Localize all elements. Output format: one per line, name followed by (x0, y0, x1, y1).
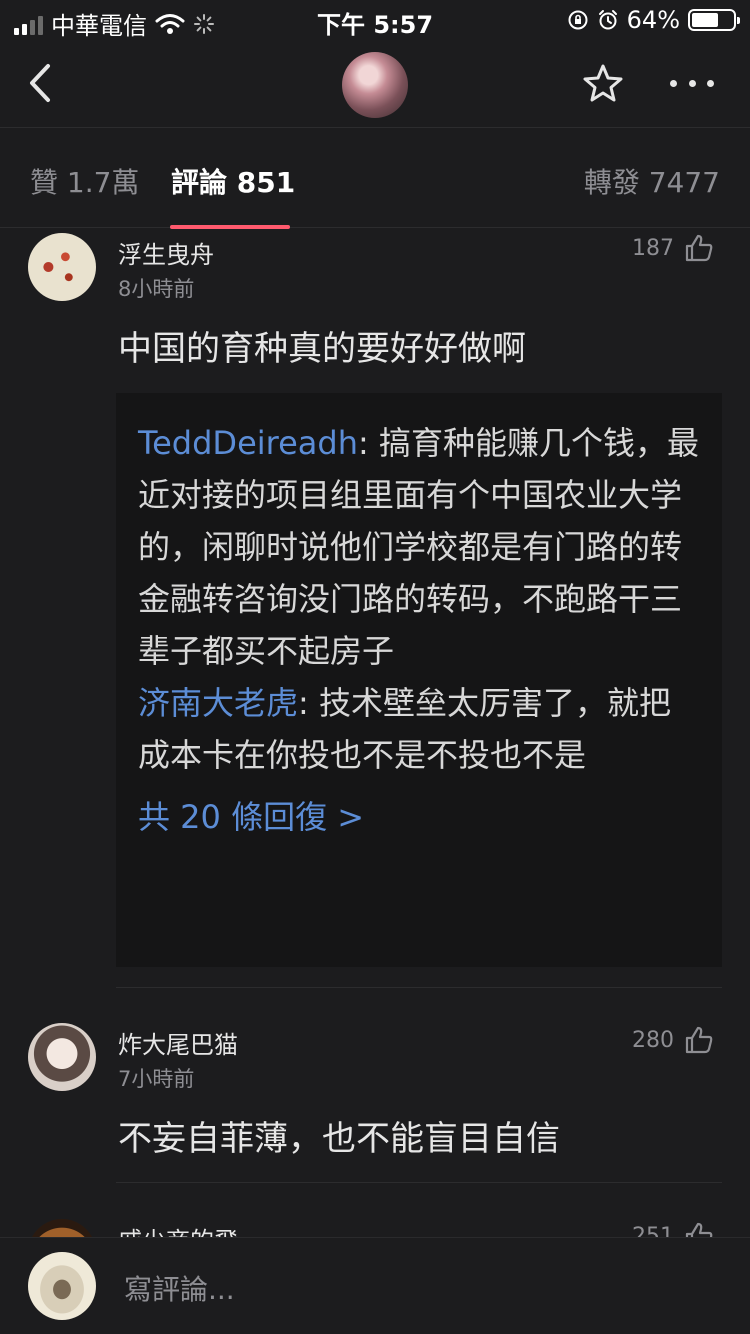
comment-item: 浮生曳舟 8小時前 187 中国的育种真的要好好做啊 TeddDeireadh:… (0, 229, 750, 989)
like-count: 187 (632, 235, 674, 261)
reply-username[interactable]: TeddDeireadh (138, 424, 358, 462)
comment-username[interactable]: 炸大尾巴猫 (118, 1025, 238, 1060)
battery-level (692, 13, 718, 27)
back-icon[interactable] (22, 60, 62, 106)
thumbs-up-icon (685, 234, 713, 262)
reply-item[interactable]: TeddDeireadh: 搞育种能赚几个钱，最近对接的项目组里面有个中国农业大… (138, 417, 700, 677)
tab-bar: 贊 1.7萬 評論 851 轉發 7477 (0, 129, 750, 229)
battery-percent: 64% (626, 6, 680, 34)
comment-text: 中国的育种真的要好好做啊 (118, 329, 526, 369)
view-more-replies[interactable]: 共 20 條回復 > (138, 791, 700, 843)
reply-username[interactable]: 济南大老虎 (138, 684, 298, 722)
like-count: 280 (632, 1027, 674, 1053)
star-icon[interactable] (582, 62, 624, 104)
nav-bar (0, 40, 750, 128)
avatar[interactable] (28, 233, 96, 301)
weibo-comments-screen: 中華電信 下午 5:57 64% 贊 1.7萬 評論 851 轉發 7477 浮… (0, 0, 750, 1334)
comment-username[interactable]: 浮生曳舟 (118, 235, 214, 270)
status-bar: 中華電信 下午 5:57 64% (0, 0, 750, 40)
divider (116, 1182, 722, 1183)
comment-time: 8小時前 (118, 277, 195, 301)
like-button[interactable]: 280 (632, 1025, 714, 1055)
like-count: 251 (632, 1223, 674, 1238)
alarm-icon (598, 10, 617, 30)
orientation-lock-icon (568, 10, 588, 30)
comment-text: 不妄自菲薄，也不能盲目自信 (118, 1119, 560, 1159)
more-icon[interactable] (670, 76, 714, 90)
comment-item: 戚少商的飛 251 (0, 1219, 750, 1237)
comment-username[interactable]: 戚少商的飛 (118, 1221, 238, 1237)
comment-time: 7小時前 (118, 1067, 195, 1091)
comment-list[interactable]: 浮生曳舟 8小時前 187 中国的育种真的要好好做啊 TeddDeireadh:… (0, 229, 750, 1237)
author-avatar[interactable] (342, 52, 408, 118)
divider (116, 987, 722, 988)
compose-bar: 寫評論... (0, 1237, 750, 1334)
thumbs-up-icon (685, 1026, 713, 1054)
battery-icon (688, 9, 740, 31)
reply-box[interactable]: TeddDeireadh: 搞育种能赚几个钱，最近对接的项目组里面有个中国农业大… (116, 393, 722, 967)
tab-reposts[interactable]: 轉發 7477 (584, 161, 720, 201)
like-button[interactable]: 251 (632, 1221, 714, 1237)
tab-comments[interactable]: 評論 851 (171, 161, 295, 201)
my-avatar[interactable] (28, 1252, 96, 1320)
comment-item: 炸大尾巴猫 7小時前 280 不妄自菲薄，也不能盲目自信 (0, 1023, 750, 1183)
avatar[interactable] (28, 1219, 96, 1237)
reply-item[interactable]: 济南大老虎: 技术壁垒太厉害了，就把成本卡在你投也不是不投也不是 (138, 677, 700, 781)
like-button[interactable]: 187 (632, 233, 714, 263)
reply-separator: : (357, 424, 379, 462)
reply-separator: : (298, 684, 319, 722)
thumbs-up-icon (685, 1222, 713, 1237)
avatar[interactable] (28, 1023, 96, 1091)
tab-likes[interactable]: 贊 1.7萬 (30, 161, 139, 201)
status-right: 64% (567, 6, 740, 34)
compose-input[interactable]: 寫評論... (124, 1268, 235, 1308)
